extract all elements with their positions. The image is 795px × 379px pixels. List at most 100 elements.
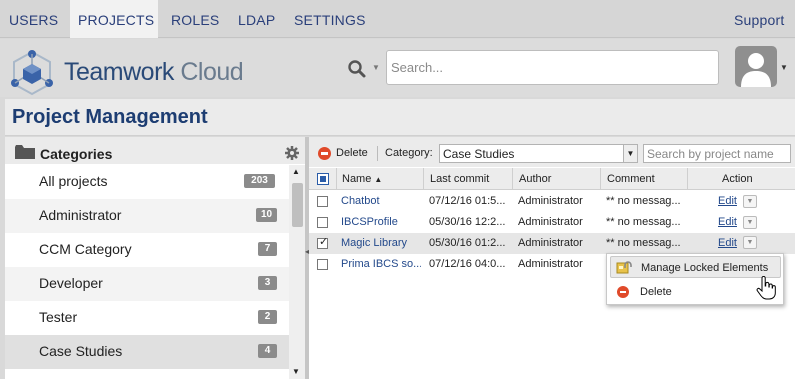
top-navigation: USERS PROJECTS ROLES LDAP SETTINGS Suppo… (0, 0, 795, 38)
category-item-administrator[interactable]: Administrator 10 (5, 199, 289, 233)
project-author: Administrator (518, 216, 583, 228)
search-icon[interactable] (347, 59, 367, 79)
header: Teamwork Cloud ▼ ▼ (0, 39, 795, 97)
column-header-name[interactable]: Name ▲ (336, 168, 423, 190)
column-header-comment[interactable]: Comment (600, 168, 688, 190)
category-filter-label: Category: (385, 147, 433, 159)
brand-name: Teamwork Cloud (64, 58, 244, 87)
delete-icon[interactable] (318, 147, 331, 160)
project-name[interactable]: IBCSProfile (341, 212, 421, 233)
column-header-author[interactable]: Author (512, 168, 601, 190)
action-dropdown-icon[interactable]: ▼ (743, 236, 757, 249)
global-search-input[interactable] (386, 50, 719, 85)
brand-secondary: Cloud (180, 58, 244, 86)
category-count-badge: 10 (256, 208, 277, 222)
category-count-badge: 3 (258, 276, 277, 290)
categories-title: Categories (40, 146, 113, 162)
support-link[interactable]: Support (734, 0, 784, 38)
category-item-ccm-category[interactable]: CCM Category 7 (5, 233, 289, 267)
delete-icon (617, 286, 629, 298)
nav-settings[interactable]: SETTINGS (294, 0, 366, 38)
search-options-caret-icon[interactable]: ▼ (372, 63, 380, 72)
project-comment: ** no messag... (606, 216, 681, 228)
page-title-bar: Project Management (5, 99, 795, 136)
row-checkbox[interactable] (317, 235, 328, 249)
delete-button[interactable]: Delete (336, 147, 368, 159)
lock-icon (616, 261, 632, 274)
table-row[interactable]: Chatbot 07/12/16 01:5... Administrator *… (309, 191, 795, 212)
row-checkbox[interactable] (317, 217, 328, 228)
nav-users[interactable]: USERS (9, 0, 58, 38)
edit-link[interactable]: Edit (718, 212, 737, 233)
scroll-up-icon[interactable]: ▲ (292, 167, 300, 176)
hand-pointer-cursor-icon (756, 276, 776, 300)
app-root: USERS PROJECTS ROLES LDAP SETTINGS Suppo… (0, 0, 795, 379)
column-label: Name (342, 173, 372, 185)
project-last-commit: 07/12/16 04:0... (429, 258, 506, 270)
select-all-checkbox[interactable] (317, 173, 329, 185)
page-title: Project Management (12, 106, 208, 128)
project-name[interactable]: Prima IBCS so... (341, 254, 421, 275)
edit-link[interactable]: Edit (718, 191, 737, 212)
nav-projects[interactable]: PROJECTS (70, 0, 158, 38)
category-item-tester[interactable]: Tester 2 (5, 301, 289, 335)
row-checkbox[interactable] (317, 259, 328, 270)
table-header: Name ▲ Last commit Author Comment Action (309, 168, 795, 190)
select-all-cell (309, 168, 337, 190)
project-author: Administrator (518, 258, 583, 270)
category-label: All projects (39, 173, 108, 189)
nav-roles[interactable]: ROLES (171, 0, 219, 38)
chevron-down-icon[interactable]: ▼ (623, 145, 637, 162)
menu-item-label: Manage Locked Elements (641, 262, 769, 274)
table-row[interactable]: Magic Library 05/30/16 01:2... Administr… (309, 233, 795, 254)
column-header-action[interactable]: Action (687, 168, 795, 190)
user-menu-caret-icon[interactable]: ▼ (780, 63, 788, 72)
category-count-badge: 4 (258, 344, 277, 358)
category-label: Administrator (39, 207, 122, 223)
row-checkbox[interactable] (317, 196, 328, 207)
gear-icon[interactable] (285, 146, 299, 160)
category-filter-select[interactable]: Case Studies ▼ (439, 144, 638, 163)
category-count-badge: 7 (258, 242, 277, 256)
menu-item-label: Delete (640, 286, 672, 298)
folder-icon (15, 145, 35, 159)
project-name[interactable]: Magic Library (341, 233, 421, 254)
project-search-input[interactable] (643, 144, 791, 163)
project-name[interactable]: Chatbot (341, 191, 421, 212)
categories-panel: Categories All projects 203 Administrato… (5, 137, 306, 379)
edit-link[interactable]: Edit (718, 233, 737, 254)
project-last-commit: 05/30/16 12:2... (429, 216, 506, 228)
projects-toolbar: Delete Category: Case Studies ▼ (309, 137, 795, 167)
category-count-badge: 2 (258, 310, 277, 324)
project-comment: ** no messag... (606, 195, 681, 207)
brand-primary: Teamwork (64, 58, 174, 86)
category-label: Tester (39, 309, 78, 325)
nav-ldap[interactable]: LDAP (238, 0, 275, 38)
project-author: Administrator (518, 237, 583, 249)
action-dropdown-icon[interactable]: ▼ (743, 195, 757, 208)
project-last-commit: 05/30/16 01:2... (429, 237, 506, 249)
scroll-down-icon[interactable]: ▼ (292, 367, 300, 376)
category-count-badge: 203 (244, 174, 275, 188)
categories-header: Categories (5, 137, 306, 164)
teamwork-cloud-logo-icon (11, 50, 53, 96)
scrollbar-thumb[interactable] (292, 183, 303, 227)
menu-item-manage-locked-elements[interactable]: Manage Locked Elements (610, 256, 781, 278)
project-author: Administrator (518, 195, 583, 207)
toolbar-divider (377, 146, 378, 161)
category-item-case-studies[interactable]: Case Studies 4 (5, 335, 289, 369)
project-last-commit: 07/12/16 01:5... (429, 195, 506, 207)
table-row[interactable]: IBCSProfile 05/30/16 12:2... Administrat… (309, 212, 795, 233)
project-comment: ** no messag... (606, 237, 681, 249)
category-label: CCM Category (39, 241, 132, 257)
category-label: Developer (39, 275, 103, 291)
category-item-all-projects[interactable]: All projects 203 (5, 165, 289, 199)
sort-asc-icon: ▲ (374, 175, 383, 184)
user-avatar-icon[interactable] (735, 46, 777, 87)
categories-scrollbar[interactable]: ▲ ▼ (289, 165, 305, 379)
category-filter-value: Case Studies (443, 147, 515, 161)
category-label: Case Studies (39, 343, 123, 359)
action-dropdown-icon[interactable]: ▼ (743, 216, 757, 229)
category-item-developer[interactable]: Developer 3 (5, 267, 289, 301)
column-header-last-commit[interactable]: Last commit (423, 168, 513, 190)
